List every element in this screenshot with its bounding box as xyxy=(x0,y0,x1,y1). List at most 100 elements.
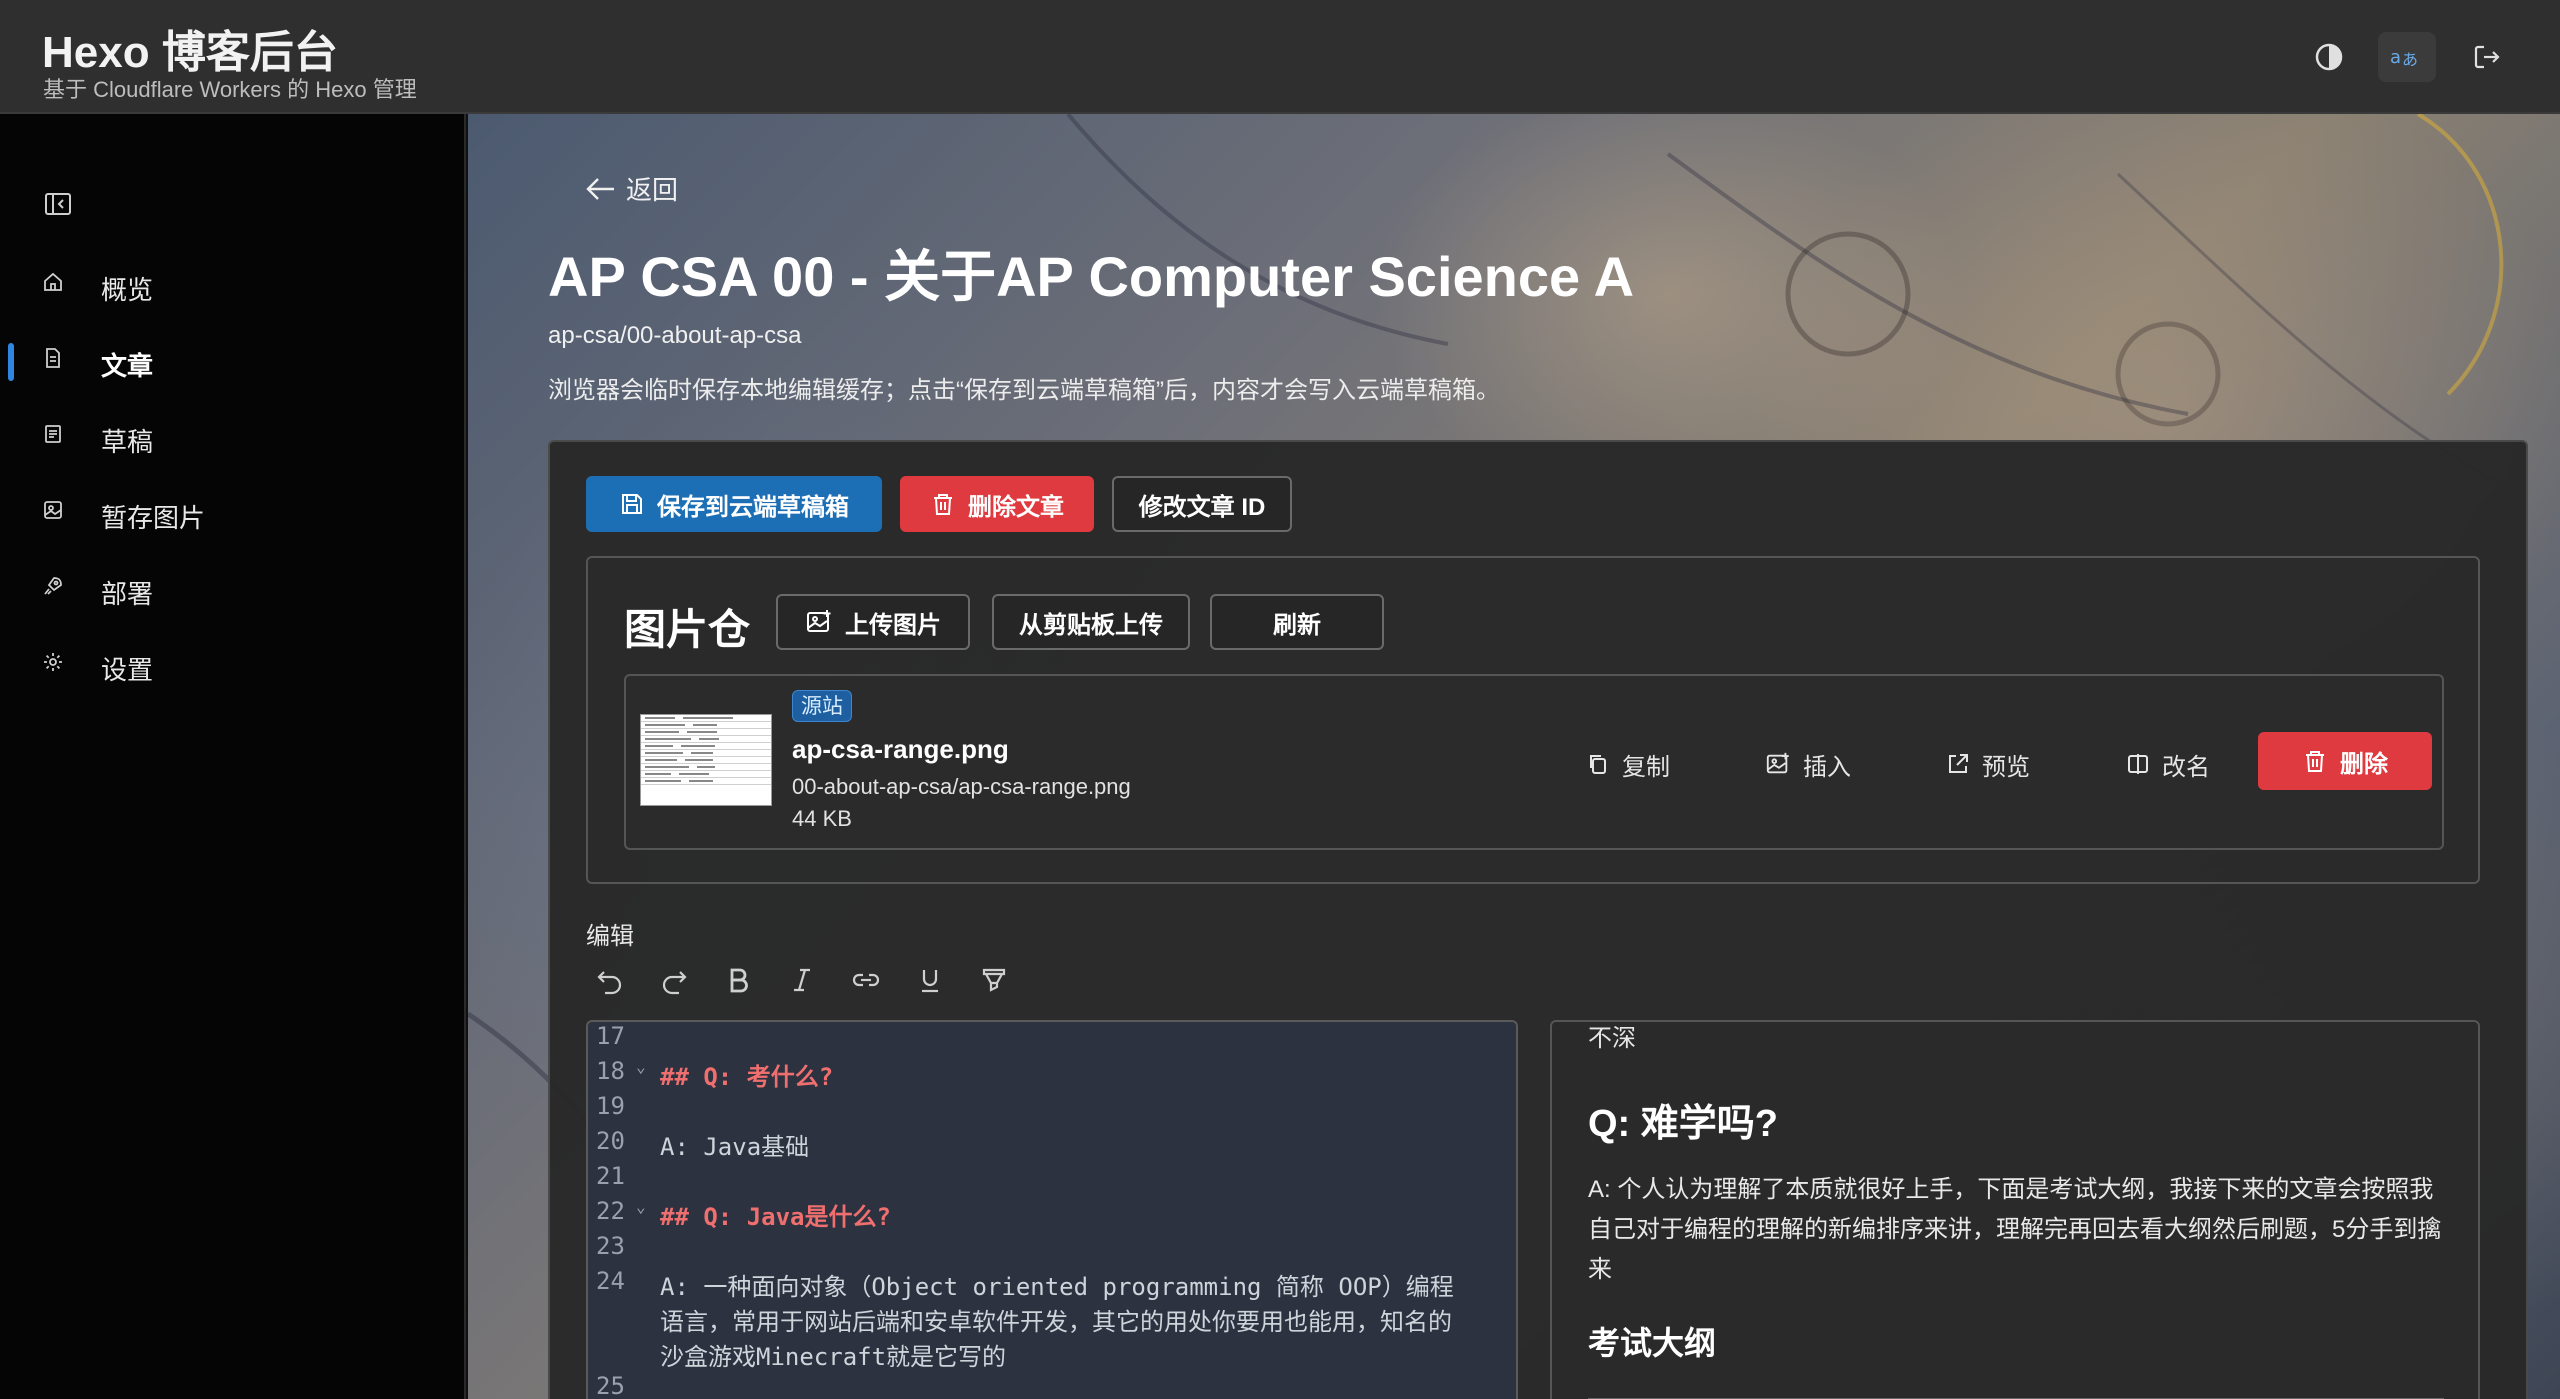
image-add-icon xyxy=(807,610,831,632)
undo-icon[interactable] xyxy=(586,956,634,1004)
home-icon xyxy=(42,271,66,295)
redo-icon[interactable] xyxy=(650,956,698,1004)
delete-label: 删除文章 xyxy=(968,493,1064,521)
line-number: 17 xyxy=(596,1022,625,1050)
image-filename: ap-csa-range.png xyxy=(792,734,1009,764)
rename-post-id-button[interactable]: 修改文章 ID xyxy=(1112,476,1292,532)
sidebar-item-overview[interactable]: 概览 xyxy=(0,256,466,316)
sidebar-item-label: 部署 xyxy=(101,579,154,609)
editor-label: 编辑 xyxy=(586,923,634,950)
preview-clipped-text: 不深 xyxy=(1588,1025,1636,1052)
line-number: 22 xyxy=(596,1197,625,1225)
line-text: 沙盒游戏Minecraft就是它写的 xyxy=(660,1343,1007,1371)
local-cache-note: 浏览器会临时保存本地编辑缓存；点击“保存到云端草稿箱”后，内容才会写入云端草稿箱… xyxy=(548,377,1500,404)
copy-icon xyxy=(1590,755,1606,774)
markdown-editor[interactable]: 17 18 ⌄ ## Q: 考什么? 19 20 A: Java基础 21 22… xyxy=(586,1020,1518,1399)
sidebar-item-staged-images[interactable]: 暂存图片 xyxy=(0,484,466,544)
upload-label: 上传图片 xyxy=(845,611,941,639)
copy-image-button[interactable]: 复制 xyxy=(1568,736,1688,792)
gear-icon xyxy=(42,651,66,675)
markdown-preview: 不深 Q: 难学吗? A: 个人认为理解了本质就很好上手，下面是考试大纲，我接下… xyxy=(1550,1020,2480,1399)
main-content: 返回 AP CSA 00 - 关于AP Computer Science A a… xyxy=(468,114,2560,1399)
line-number: 20 xyxy=(596,1127,625,1155)
external-link-icon xyxy=(1949,754,1968,773)
trash-icon xyxy=(2306,751,2324,772)
copy-label: 复制 xyxy=(1622,753,1670,781)
sidebar: 概览 文章 草稿 暂存图片 部署 设置 xyxy=(0,114,466,1399)
translate-icon[interactable]: aあ xyxy=(2378,32,2436,82)
underline-icon[interactable] xyxy=(906,956,954,1004)
draft-icon xyxy=(42,423,66,447)
upload-image-button[interactable]: 上传图片 xyxy=(776,594,970,650)
bold-icon[interactable] xyxy=(714,956,762,1004)
contrast-icon[interactable] xyxy=(2300,32,2358,82)
sidebar-item-label: 概览 xyxy=(101,275,154,305)
back-label: 返回 xyxy=(626,175,679,205)
preview-image-button[interactable]: 预览 xyxy=(1928,736,2048,792)
post-title: AP CSA 00 - 关于AP Computer Science A xyxy=(548,245,1635,308)
post-slug: ap-csa/00-about-ap-csa xyxy=(548,322,802,349)
sidebar-item-drafts[interactable]: 草稿 xyxy=(0,408,466,468)
trash-icon xyxy=(934,494,952,515)
document-icon xyxy=(42,347,66,371)
preview-paragraph: A: 个人认为理解了本质就很好上手，下面是考试大纲，我接下来的文章会按照我自己对… xyxy=(1588,1176,2442,1283)
fold-chevron-icon[interactable]: ⌄ xyxy=(636,1057,646,1076)
svg-text:あ: あ xyxy=(2402,50,2418,69)
sidebar-item-settings[interactable]: 设置 xyxy=(0,636,466,696)
editor-toolbar xyxy=(586,956,1018,1010)
link-icon[interactable] xyxy=(842,956,890,1004)
sidebar-item-deploy[interactable]: 部署 xyxy=(0,560,466,620)
save-to-cloud-button[interactable]: 保存到云端草稿箱 xyxy=(586,476,882,532)
line-number: 19 xyxy=(596,1092,625,1120)
image-thumbnail[interactable] xyxy=(640,714,772,806)
rocket-icon xyxy=(42,575,66,599)
image-card: 源站 ap-csa-range.png 00-about-ap-csa/ap-c… xyxy=(624,674,2444,850)
logout-icon[interactable] xyxy=(2458,32,2516,82)
line-text: A: Java基础 xyxy=(660,1133,810,1161)
fold-chevron-icon[interactable]: ⌄ xyxy=(636,1197,646,1216)
refresh-button[interactable]: 刷新 xyxy=(1210,594,1384,650)
line-text: ## Q: Java是什么? xyxy=(660,1203,891,1231)
sidebar-item-label: 草稿 xyxy=(101,427,154,457)
save-icon xyxy=(622,494,642,514)
origin-badge: 源站 xyxy=(792,690,852,722)
line-text: 语言，常用于网站后端和安卓软件开发，其它的用处你要用也能用，知名的 xyxy=(660,1308,1452,1336)
line-number: 21 xyxy=(596,1162,625,1190)
insert-image-button[interactable]: 插入 xyxy=(1748,736,1868,792)
italic-icon[interactable] xyxy=(778,956,826,1004)
rename-image-button[interactable]: 改名 xyxy=(2108,736,2228,792)
app-subtitle: 基于 Cloudflare Workers 的 Hexo 管理 xyxy=(43,77,417,102)
svg-text:a: a xyxy=(2390,47,2401,68)
preview-subheading: 考试大纲 xyxy=(1588,1325,1717,1361)
active-indicator xyxy=(8,343,14,381)
arrow-left-icon xyxy=(586,177,614,200)
rename-icon xyxy=(2128,754,2148,774)
image-path: 00-about-ap-csa/ap-csa-range.png xyxy=(792,774,1131,799)
sidebar-item-posts[interactable]: 文章 xyxy=(0,332,466,392)
insert-label: 插入 xyxy=(1803,753,1851,781)
highlight-icon[interactable] xyxy=(970,956,1018,1004)
line-number: 23 xyxy=(596,1232,625,1260)
paste-upload-button[interactable]: 从剪贴板上传 xyxy=(992,594,1190,650)
line-number: 18 xyxy=(596,1057,625,1085)
line-text: A: 一种面向对象（Object oriented programming 简称… xyxy=(660,1273,1454,1301)
sidebar-item-label: 暂存图片 xyxy=(101,503,206,533)
save-label: 保存到云端草稿箱 xyxy=(657,493,849,521)
preview-label: 预览 xyxy=(1982,753,2030,781)
sidebar-item-label: 设置 xyxy=(101,655,154,685)
delete-image-button[interactable]: 删除 xyxy=(2258,732,2432,790)
rename-id-label: 修改文章 ID xyxy=(1138,493,1266,521)
line-number: 25 xyxy=(596,1372,625,1399)
image-size: 44 KB xyxy=(792,806,852,831)
rename-label: 改名 xyxy=(2162,753,2210,781)
delete-image-label: 删除 xyxy=(2340,750,2388,778)
preview-heading: Q: 难学吗? xyxy=(1588,1103,1778,1145)
editor-panel: 保存到云端草稿箱 删除文章 修改文章 ID 图片仓 上传图片 从剪贴板上传 刷新 xyxy=(548,440,2528,1399)
sidebar-collapse-icon[interactable] xyxy=(42,188,82,228)
image-store: 图片仓 上传图片 从剪贴板上传 刷新 源站 ap-csa-range.png 0… xyxy=(586,556,2480,884)
back-link[interactable]: 返回 xyxy=(586,170,678,207)
delete-post-button[interactable]: 删除文章 xyxy=(900,476,1094,532)
refresh-label: 刷新 xyxy=(1273,611,1321,639)
image-store-title: 图片仓 xyxy=(624,606,751,653)
sidebar-item-label: 文章 xyxy=(101,351,154,381)
